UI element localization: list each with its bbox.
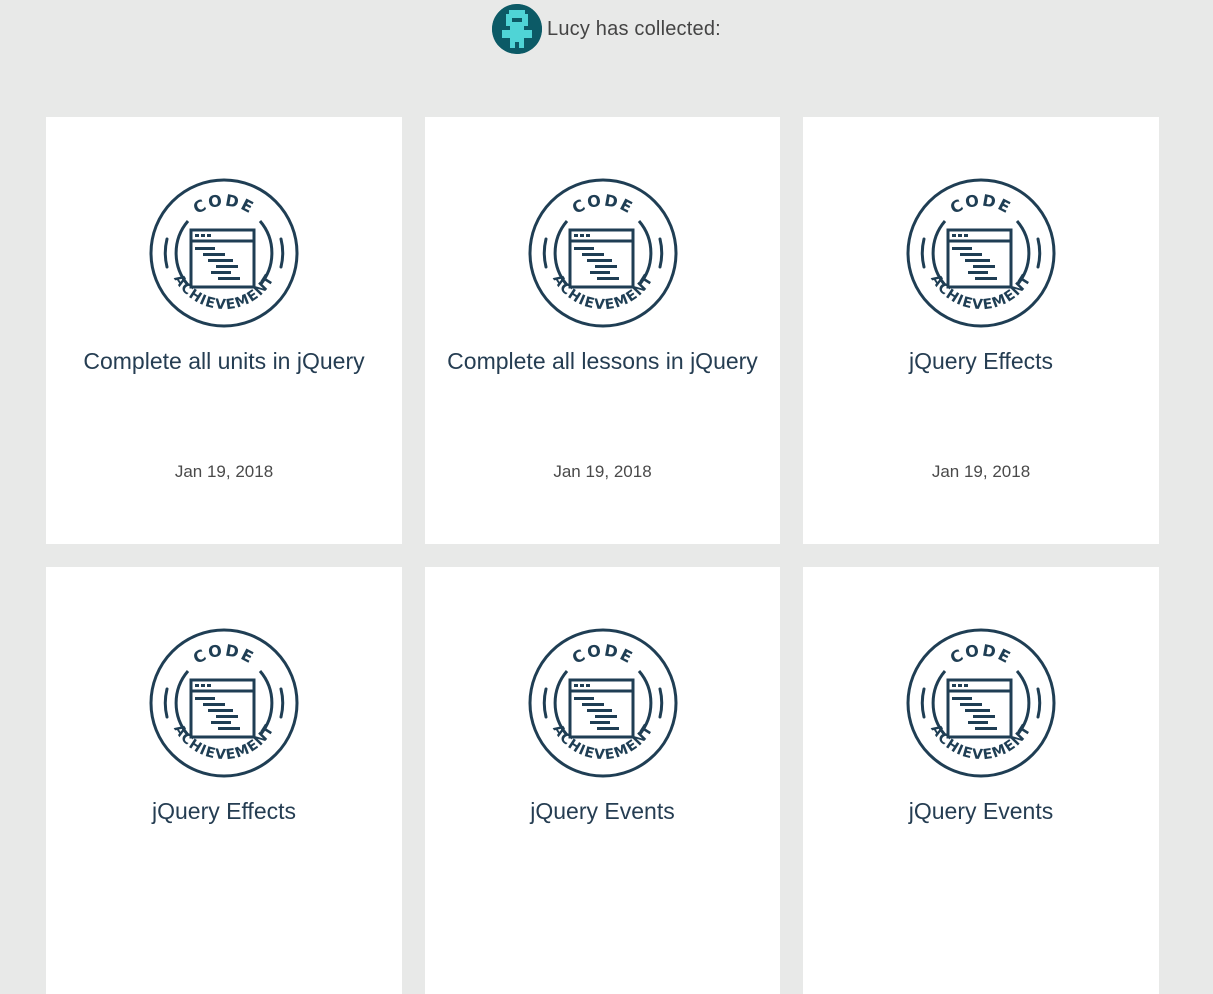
code-achievement-badge-icon: CODE ACHIEVEMENT xyxy=(149,628,299,778)
profile-header: Lucy has collected: xyxy=(492,4,721,54)
code-achievement-badge-icon: CODE ACHIEVEMENT xyxy=(906,178,1056,328)
achievement-date: Jan 19, 2018 xyxy=(553,462,652,481)
achievement-card[interactable]: CODE ACHIEVEMENT jQuery Effects Jan 19, … xyxy=(803,117,1159,544)
avatar[interactable] xyxy=(492,4,542,54)
achievement-title: jQuery Effects xyxy=(151,798,297,824)
svg-text:CODE: CODE xyxy=(947,641,1015,668)
achievement-title: jQuery Events xyxy=(530,798,675,824)
svg-text:CODE: CODE xyxy=(568,191,636,218)
achievement-card[interactable]: CODE ACHIEVEMENT jQuery Effects xyxy=(46,567,402,994)
code-achievement-badge-icon: CODE ACHIEVEMENT xyxy=(528,178,677,328)
svg-text:CODE: CODE xyxy=(947,191,1015,218)
code-achievement-badge-icon: CODE ACHIEVEMENT xyxy=(528,628,677,778)
achievement-title: jQuery Effects xyxy=(908,348,1054,374)
achievement-date: Jan 19, 2018 xyxy=(174,462,274,481)
achievement-card[interactable]: CODE ACHIEVEMENT Complete all lessons in… xyxy=(425,117,780,544)
achievement-title: Complete all lessons in jQuery xyxy=(447,348,758,374)
collected-heading: Lucy has collected: xyxy=(547,17,721,40)
achievement-date: Jan 19, 2018 xyxy=(931,462,1031,481)
achievement-card[interactable]: CODE ACHIEVEMENT Complete all units in j… xyxy=(46,117,402,544)
svg-text:CODE: CODE xyxy=(190,191,258,218)
achievement-card[interactable]: CODE ACHIEVEMENT jQuery Events xyxy=(425,567,780,994)
code-achievement-badge-icon: CODE ACHIEVEMENT xyxy=(149,178,299,328)
achievements-grid: CODE ACHIEVEMENT Complete all units in j… xyxy=(46,117,1159,994)
code-achievement-badge-icon: CODE ACHIEVEMENT xyxy=(906,628,1056,778)
achievement-title: Complete all units in jQuery xyxy=(83,348,365,374)
svg-text:CODE: CODE xyxy=(568,641,636,668)
svg-text:CODE: CODE xyxy=(190,641,258,668)
achievement-card[interactable]: CODE ACHIEVEMENT jQuery Events xyxy=(803,567,1159,994)
achievement-title: jQuery Events xyxy=(908,798,1054,824)
